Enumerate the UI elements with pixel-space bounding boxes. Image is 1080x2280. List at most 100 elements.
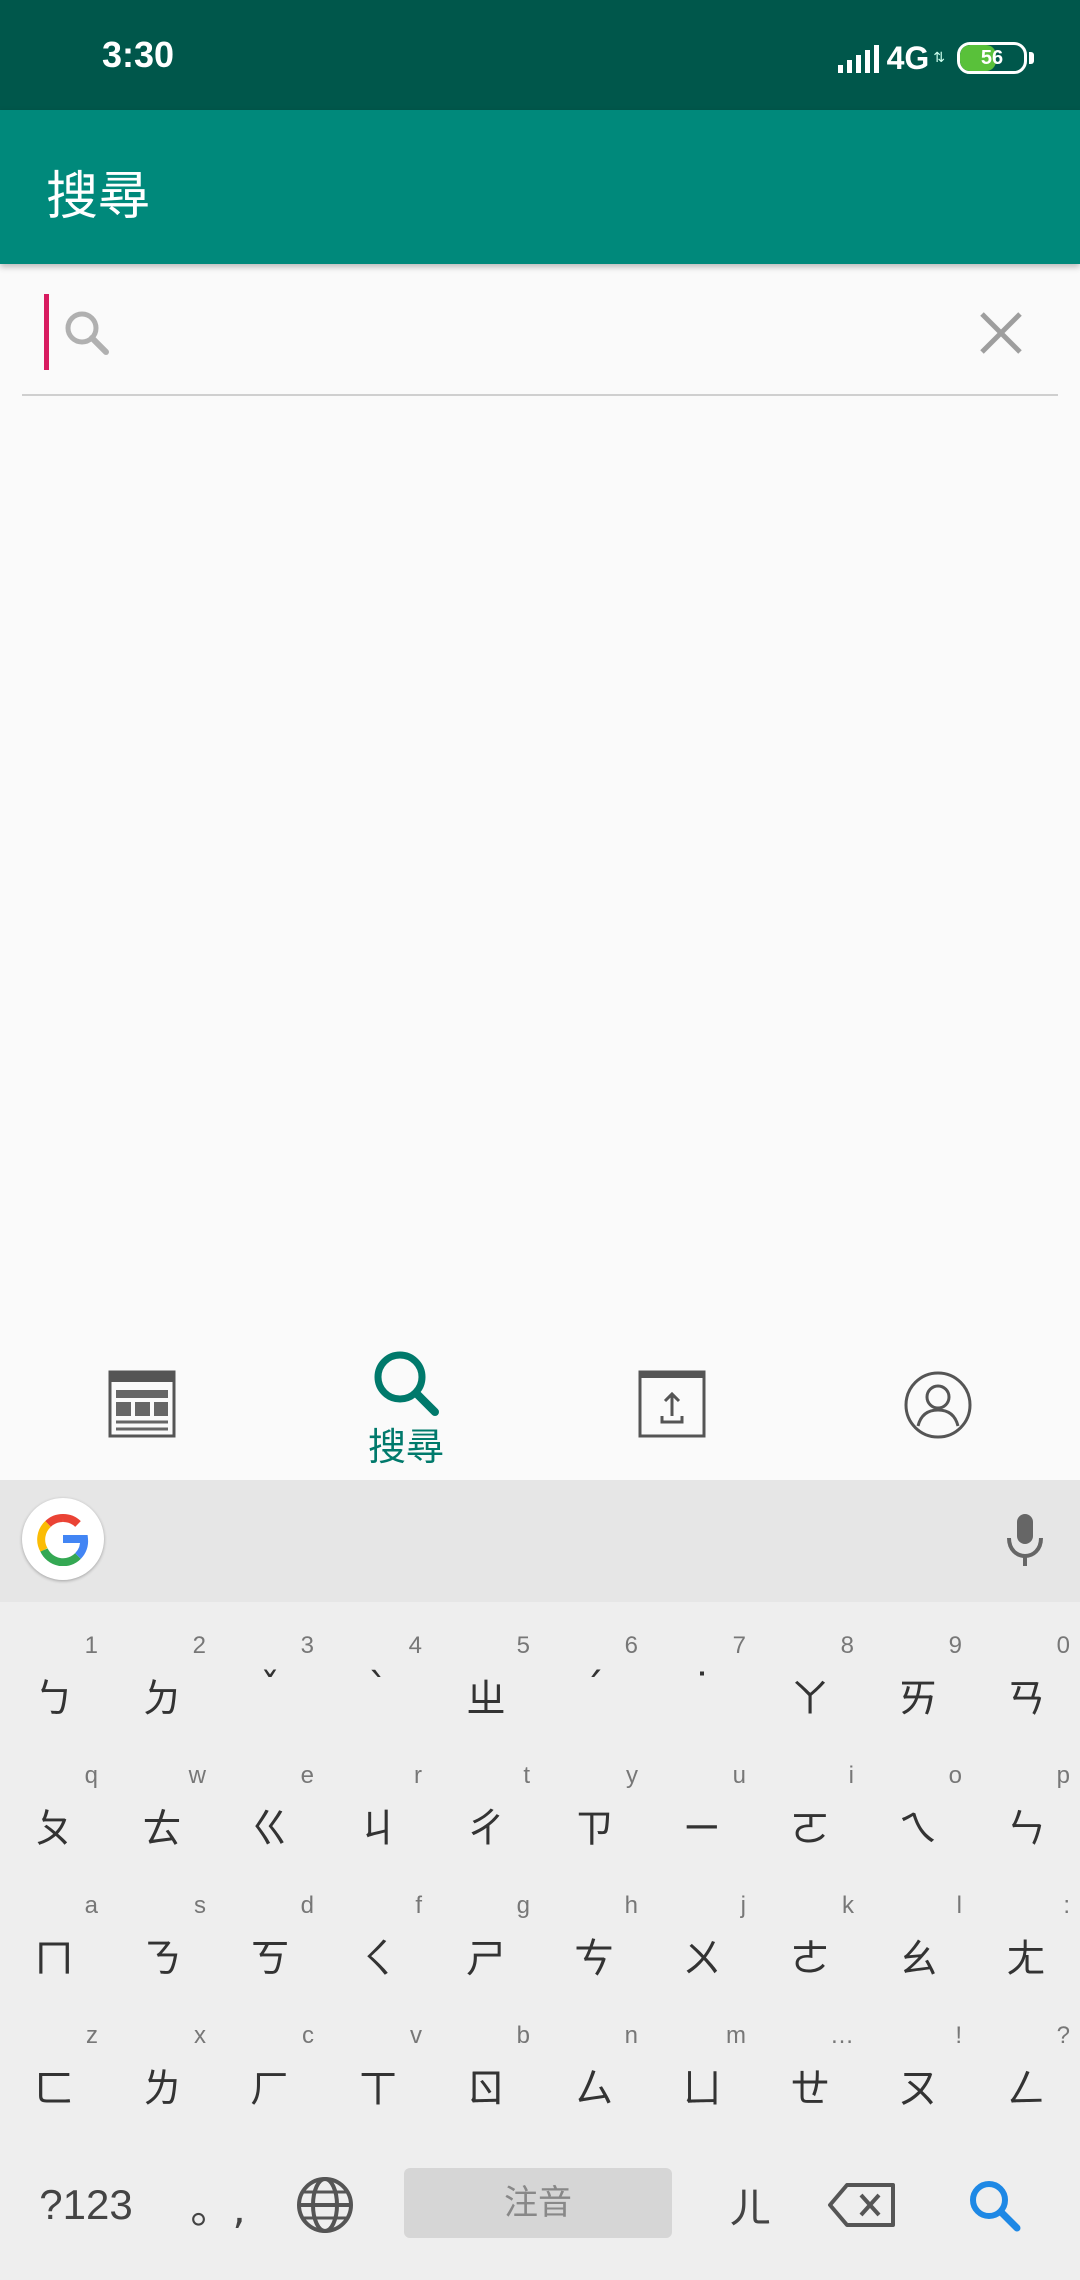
key-hint: j [740, 1892, 746, 1919]
key-hint: g [516, 1892, 530, 1919]
key-label: ㄋ [142, 1936, 182, 1982]
key-6[interactable]: 6ˊ [540, 1610, 648, 1740]
key-label: ㄙ [574, 2066, 614, 2112]
search-input[interactable] [132, 298, 936, 370]
text-cursor [44, 294, 49, 370]
nav-item-search[interactable]: 搜尋 [336, 1328, 476, 1480]
key-hint: c [302, 2022, 314, 2049]
key-o[interactable]: oㄟ [864, 1740, 972, 1870]
punctuation-key[interactable]: 。, [178, 2130, 258, 2280]
key-g[interactable]: gㄕ [432, 1870, 540, 2000]
close-icon[interactable] [974, 306, 1028, 360]
language-key[interactable] [280, 2130, 370, 2280]
symbols-key[interactable]: ?123 [22, 2130, 150, 2280]
key-p[interactable]: pㄣ [972, 1740, 1080, 1870]
backspace-key[interactable] [812, 2130, 912, 2280]
microphone-icon[interactable] [1000, 1510, 1050, 1570]
key-label: ㄔ [466, 1806, 506, 1852]
nav-item-upload[interactable] [602, 1328, 742, 1480]
key-t[interactable]: tㄔ [432, 1740, 540, 1870]
key-r[interactable]: rㄐ [324, 1740, 432, 1870]
key-7[interactable]: 7 ˙ [648, 1610, 756, 1740]
status-bar: 3:30 4G ⇅ 56 [0, 0, 1080, 110]
key-hint: w [188, 1762, 206, 1789]
key-label: ㄨ [682, 1936, 722, 1982]
google-button[interactable] [22, 1498, 104, 1580]
key-?[interactable]: ? ㄥ [972, 2000, 1080, 2130]
key-hint: 9 [948, 1632, 962, 1659]
key-label: ㄝ [790, 2066, 830, 2112]
key-i[interactable]: iㄛ [756, 1740, 864, 1870]
key-h[interactable]: hㄘ [540, 1870, 648, 2000]
key-l[interactable]: lㄠ [864, 1870, 972, 2000]
key-e[interactable]: eㄍ [216, 1740, 324, 1870]
key-k[interactable]: kㄜ [756, 1870, 864, 2000]
key-label: ㄕ [466, 1936, 506, 1982]
key-4[interactable]: 4ˋ [324, 1610, 432, 1740]
key-label: ㄉ [142, 1676, 182, 1722]
key-2[interactable]: 2ㄉ [108, 1610, 216, 1740]
key-q[interactable]: qㄆ [0, 1740, 108, 1870]
key-1[interactable]: 1ㄅ [0, 1610, 108, 1740]
key-a[interactable]: aㄇ [0, 1870, 108, 2000]
key-label: ㄌ [142, 2066, 182, 2112]
data-activity-icon: ⇅ [933, 50, 945, 66]
key-label: ㄣ [1006, 1806, 1046, 1852]
key-s[interactable]: sㄋ [108, 1870, 216, 2000]
key-n[interactable]: nㄙ [540, 2000, 648, 2130]
key-label: ㄜ [790, 1936, 830, 1982]
key-j[interactable]: jㄨ [648, 1870, 756, 2000]
key-3[interactable]: 3ˇ [216, 1610, 324, 1740]
key-label: ㄐ [358, 1806, 398, 1852]
key-![interactable]: ! ㄡ [864, 2000, 972, 2130]
table-icon [108, 1370, 176, 1438]
key-label: ㄗ [574, 1806, 614, 1852]
key-hint: t [523, 1762, 530, 1789]
nav-item-table[interactable] [72, 1328, 212, 1480]
status-icons: 4G ⇅ 56 [837, 36, 1034, 80]
key-hint: 2 [192, 1632, 206, 1659]
nav-item-account[interactable] [868, 1328, 1008, 1480]
key-hint: … [830, 2022, 854, 2049]
battery-level: 56 [980, 47, 1004, 69]
key-hint: 8 [840, 1632, 854, 1659]
key-y[interactable]: yㄗ [540, 1740, 648, 1870]
key-z[interactable]: zㄈ [0, 2000, 108, 2130]
key-label: ㄈ [34, 2066, 74, 2112]
key-x[interactable]: xㄌ [108, 2000, 216, 2130]
keyboard-bottom-row: ?123 。, 注音 ㄦ [0, 2130, 1080, 2280]
key-:[interactable]: :ㄤ [972, 1870, 1080, 2000]
search-icon [970, 2181, 1021, 2232]
key-m[interactable]: mㄩ [648, 2000, 756, 2130]
key-c[interactable]: cㄏ [216, 2000, 324, 2130]
key-…[interactable]: … ㄝ [756, 2000, 864, 2130]
key-b[interactable]: bㄖ [432, 2000, 540, 2130]
search-bar[interactable] [22, 278, 1058, 396]
key-hint: 0 [1056, 1632, 1070, 1659]
key-label: ㄎ [250, 1936, 290, 1982]
keyboard: 1 ㄅ 2 ㄉ 3 ˇ 4 ˋ 5 ㄓ 6 ˊ 7 ˙ 8 ㄚ 9 ㄞ 0 ㄢ qㄆwㄊeㄍrㄐtㄔyㄗuㄧiㄛoㄟp… [0, 1480, 1080, 2280]
key-9[interactable]: 9ㄞ [864, 1610, 972, 1740]
key-label: ㄥ [1006, 2066, 1046, 2112]
key-label: ㄞ [898, 1676, 938, 1722]
key-hint: u [732, 1762, 746, 1789]
key-hint: 3 [300, 1632, 314, 1659]
key-w[interactable]: wㄊ [108, 1740, 216, 1870]
key-8[interactable]: 8ㄚ [756, 1610, 864, 1740]
key-label: ㄛ [790, 1806, 830, 1852]
keyboard-row-3: aㄇsㄋdㄎfㄑgㄕhㄘjㄨkㄜlㄠ:ㄤ [0, 1870, 1080, 2000]
key-u[interactable]: uㄧ [648, 1740, 756, 1870]
key-0[interactable]: 0ㄢ [972, 1610, 1080, 1740]
key-label: ㄍ [250, 1806, 290, 1852]
key-hint: i [848, 1762, 854, 1789]
key-hint: f [415, 1892, 422, 1919]
key-d[interactable]: dㄎ [216, 1870, 324, 2000]
search-key[interactable] [944, 2130, 1044, 2280]
space-key[interactable]: 注音 [404, 2168, 672, 2238]
key-5[interactable]: 5ㄓ [432, 1610, 540, 1740]
key-label: ㄅ [34, 1676, 74, 1722]
er-key[interactable]: ㄦ [710, 2130, 790, 2280]
key-f[interactable]: fㄑ [324, 1870, 432, 2000]
key-v[interactable]: vㄒ [324, 2000, 432, 2130]
page-title: 搜尋 [46, 167, 151, 227]
